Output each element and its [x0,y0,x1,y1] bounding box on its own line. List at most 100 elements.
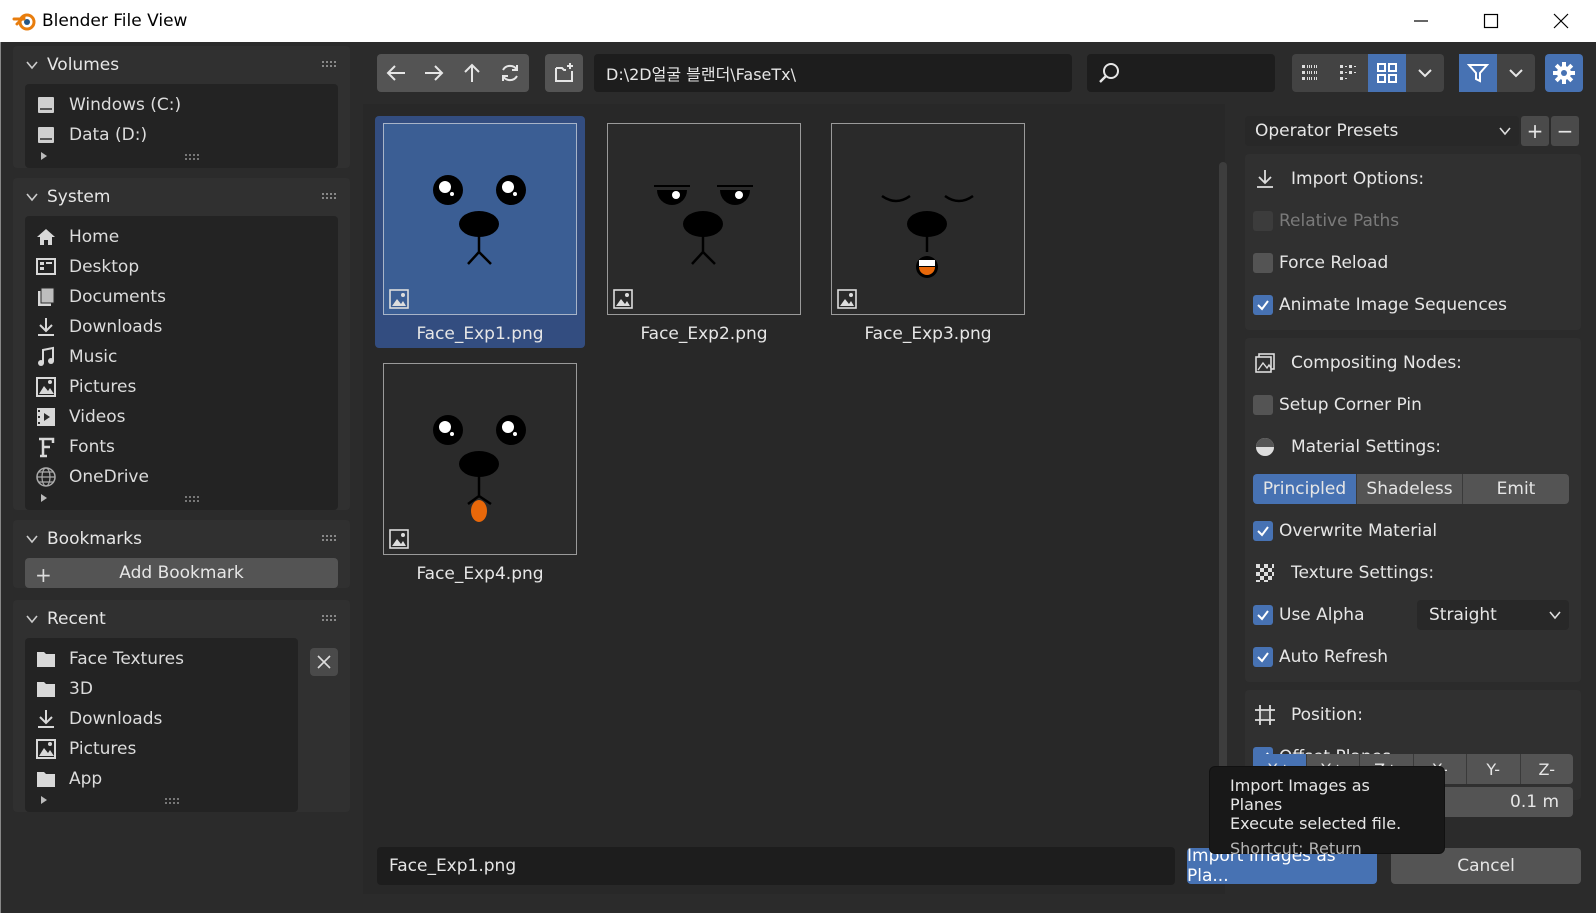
list-vertical-button[interactable] [1292,54,1330,92]
expand-triangle-icon[interactable] [39,795,49,805]
axis-z-minus-button[interactable]: Z- [1520,754,1573,784]
file-thumbnail[interactable]: Face_Exp4.png [375,356,585,588]
relative-paths-checkbox[interactable] [1253,211,1273,231]
list-footer [25,150,338,164]
file-area-scrollbar[interactable] [1219,162,1227,822]
chevron-down-icon [26,61,38,70]
use-alpha-option[interactable]: Use Alpha Straight [1245,594,1581,636]
system-header[interactable]: System [13,178,350,216]
minus-icon: − [1556,119,1574,143]
image-file-icon [837,289,857,309]
volumes-panel: Volumes Windows (C:) Data (D:) [13,46,350,168]
volume-item-d[interactable]: Data (D:) [25,120,338,150]
drag-grip-icon[interactable] [322,59,338,69]
drag-grip-icon[interactable] [322,191,338,201]
filename-input[interactable]: Face_Exp1.png [377,847,1175,885]
shader-shadeless-button[interactable]: Shadeless [1357,474,1463,504]
expand-triangle-icon[interactable] [39,493,49,503]
disk-icon [35,94,57,116]
file-thumbnail[interactable]: Face_Exp1.png [375,116,585,348]
section-title: Compositing Nodes: [1291,353,1462,373]
shader-mode-segmented: Principled Shadeless Emit [1253,474,1569,504]
settings-button[interactable] [1545,54,1583,92]
search-input[interactable] [1087,54,1275,92]
filter-funnel-icon [1467,64,1489,83]
overwrite-material-option[interactable]: Overwrite Material [1245,510,1581,552]
corner-pin-option[interactable]: Setup Corner Pin [1245,384,1581,426]
add-preset-button[interactable]: + [1521,116,1549,146]
file-thumbnail[interactable]: Face_Exp2.png [599,116,809,348]
parent-directory-button[interactable] [453,54,491,92]
settings-group [1545,54,1583,92]
recent-item[interactable]: App [25,764,298,794]
relative-paths-option[interactable]: Relative Paths [1245,200,1581,242]
filter-settings-dropdown[interactable] [1497,54,1535,92]
alpha-mode-dropdown[interactable]: Straight [1417,600,1569,630]
overwrite-material-checkbox[interactable] [1253,521,1273,541]
thumbnails-button[interactable] [1368,54,1406,92]
system-item-onedrive[interactable]: OneDrive [25,462,338,492]
plus-icon: + [35,563,52,587]
recent-item[interactable]: 3D [25,674,298,704]
animate-sequences-checkbox[interactable] [1253,295,1273,315]
drag-grip-icon[interactable] [322,613,338,623]
shader-principled-button[interactable]: Principled [1253,474,1357,504]
force-reload-checkbox[interactable] [1253,253,1273,273]
new-folder-button[interactable] [545,54,583,92]
file-thumbnail[interactable]: Face_Exp3.png [823,116,1033,348]
system-item-home[interactable]: Home [25,222,338,252]
filter-toggle-button[interactable] [1459,54,1497,92]
system-item-fonts[interactable]: Fonts [25,432,338,462]
option-label: Force Reload [1279,253,1389,273]
auto-refresh-option[interactable]: Auto Refresh [1245,636,1581,678]
list-horizontal-button[interactable] [1330,54,1368,92]
offset-distance-field[interactable]: 0.1 m [1445,787,1573,817]
shader-emit-button[interactable]: Emit [1463,474,1569,504]
volumes-header[interactable]: Volumes [13,46,350,84]
bookmarks-title: Bookmarks [47,529,142,549]
system-item-pictures[interactable]: Pictures [25,372,338,402]
volumes-list: Windows (C:) Data (D:) [25,84,338,168]
volume-item-c[interactable]: Windows (C:) [25,90,338,120]
resize-grip-icon[interactable] [165,796,183,806]
maximize-icon [1483,13,1499,29]
operator-presets-dropdown[interactable]: Operator Presets [1245,116,1519,146]
system-item-documents[interactable]: Documents [25,282,338,312]
back-button[interactable] [377,54,415,92]
close-window-button[interactable] [1526,0,1596,42]
use-alpha-checkbox[interactable] [1253,605,1273,625]
clear-recent-button[interactable] [310,648,338,676]
minimize-button[interactable] [1386,0,1456,42]
recent-item[interactable]: Downloads [25,704,298,734]
animate-sequences-option[interactable]: Animate Image Sequences [1245,284,1581,326]
system-item-desktop[interactable]: Desktop [25,252,338,282]
forward-button[interactable] [415,54,453,92]
maximize-button[interactable] [1456,0,1526,42]
system-item-music[interactable]: Music [25,342,338,372]
force-reload-option[interactable]: Force Reload [1245,242,1581,284]
system-item-videos[interactable]: Videos [25,402,338,432]
remove-preset-button[interactable]: − [1551,116,1579,146]
navigation-buttons [377,54,529,92]
corner-pin-checkbox[interactable] [1253,395,1273,415]
video-icon [35,406,57,428]
refresh-button[interactable] [491,54,529,92]
bookmarks-header[interactable]: Bookmarks [13,520,350,558]
system-item-label: Desktop [69,257,140,277]
drag-grip-icon[interactable] [322,533,338,543]
expand-triangle-icon[interactable] [39,151,49,161]
axis-y-minus-button[interactable]: Y- [1467,754,1521,784]
recent-header[interactable]: Recent [13,600,350,638]
system-item-downloads[interactable]: Downloads [25,312,338,342]
recent-item-label: Pictures [69,739,137,759]
close-icon [1553,13,1569,29]
system-panel: System Home Desktop Documents Downloads … [13,178,350,510]
recent-item[interactable]: Face Textures [25,644,298,674]
auto-refresh-checkbox[interactable] [1253,647,1273,667]
directory-path-field[interactable]: D:\2D얼굴 블랜더\FaseTx\ [594,54,1072,92]
resize-grip-icon[interactable] [185,152,203,162]
resize-grip-icon[interactable] [185,494,203,504]
recent-item[interactable]: Pictures [25,734,298,764]
display-settings-dropdown[interactable] [1406,54,1444,92]
add-bookmark-button[interactable]: + Add Bookmark [25,558,338,588]
